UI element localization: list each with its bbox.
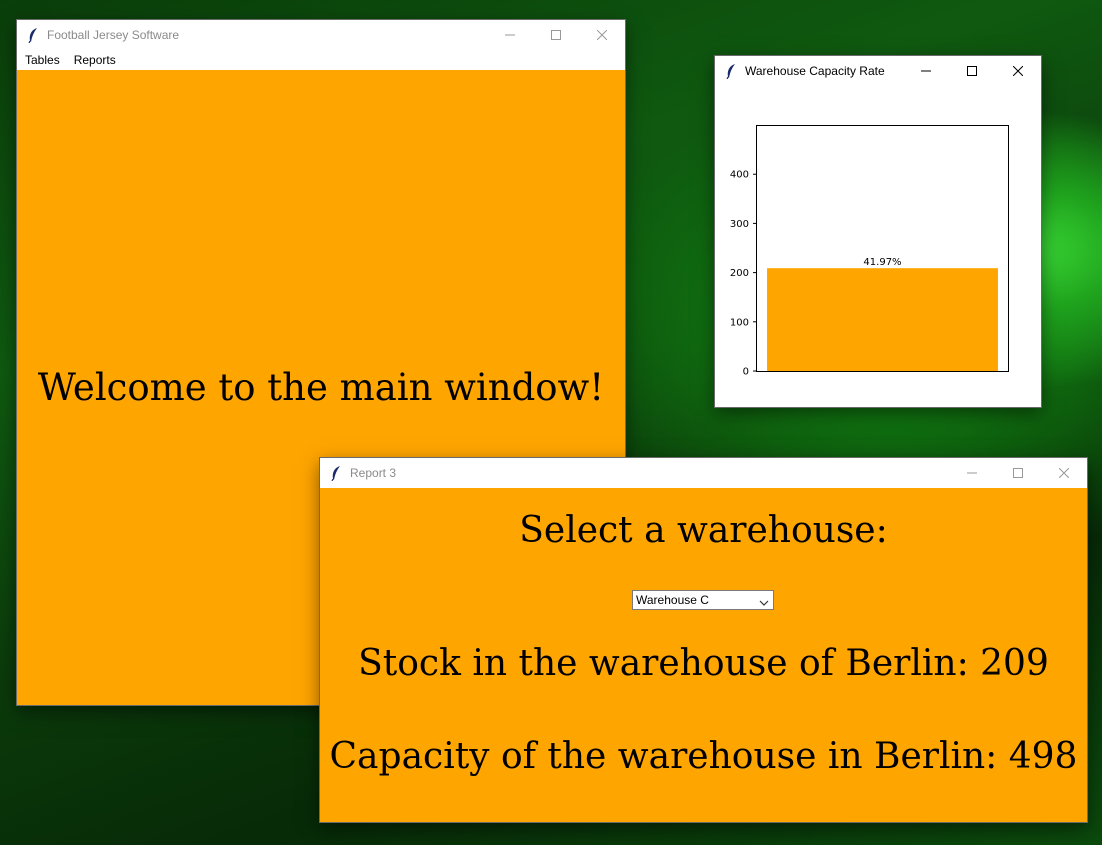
feather-icon	[723, 63, 739, 79]
maximize-button[interactable]	[995, 458, 1041, 488]
y-tick-label-200: 200	[730, 268, 749, 279]
welcome-text: Welcome to the main window!	[37, 366, 605, 409]
stock-text: Stock in the warehouse of Berlin: 209	[358, 643, 1049, 684]
warehouse-select[interactable]: Warehouse C	[632, 590, 774, 610]
menu-reports[interactable]: Reports	[74, 53, 116, 67]
y-tick-label-100: 100	[730, 317, 749, 328]
minimize-button[interactable]	[903, 56, 949, 86]
warehouse-select-value: Warehouse C	[636, 593, 709, 607]
menu-tables[interactable]: Tables	[25, 53, 60, 67]
close-button[interactable]	[579, 20, 625, 50]
y-tick-label-0: 0	[743, 367, 749, 378]
minimize-button[interactable]	[949, 458, 995, 488]
report-window: Report 3 Select a warehouse: Warehouse C…	[320, 458, 1087, 822]
report-window-title: Report 3	[350, 466, 397, 480]
close-button[interactable]	[995, 56, 1041, 86]
report-content: Select a warehouse: Warehouse C Stock in…	[320, 488, 1087, 822]
main-window-title: Football Jersey Software	[47, 28, 180, 42]
y-tick-label-400: 400	[730, 170, 749, 181]
capacity-text: Capacity of the warehouse in Berlin: 498	[329, 736, 1078, 777]
chart-window: Warehouse Capacity Rate 0 100 200 300 400 41.…	[715, 56, 1041, 407]
capacity-chart: 0 100 200 300 400 41.97%	[730, 125, 1009, 378]
report-window-titlebar[interactable]: Report 3	[320, 458, 1087, 488]
feather-icon	[328, 465, 344, 481]
close-button[interactable]	[1041, 458, 1087, 488]
report-heading: Select a warehouse:	[519, 510, 888, 551]
menubar: Tables Reports	[17, 50, 625, 70]
maximize-button[interactable]	[533, 20, 579, 50]
chart-window-titlebar[interactable]: Warehouse Capacity Rate	[715, 56, 1041, 86]
chart-window-title: Warehouse Capacity Rate	[745, 64, 885, 78]
y-tick-label-300: 300	[730, 219, 749, 230]
feather-icon	[25, 27, 41, 43]
minimize-button[interactable]	[487, 20, 533, 50]
bar-data-label-0: 41.97%	[863, 257, 901, 268]
maximize-button[interactable]	[949, 56, 995, 86]
chevron-down-icon	[759, 596, 769, 610]
bar-0	[767, 268, 998, 371]
main-window-titlebar[interactable]: Football Jersey Software	[17, 20, 625, 50]
